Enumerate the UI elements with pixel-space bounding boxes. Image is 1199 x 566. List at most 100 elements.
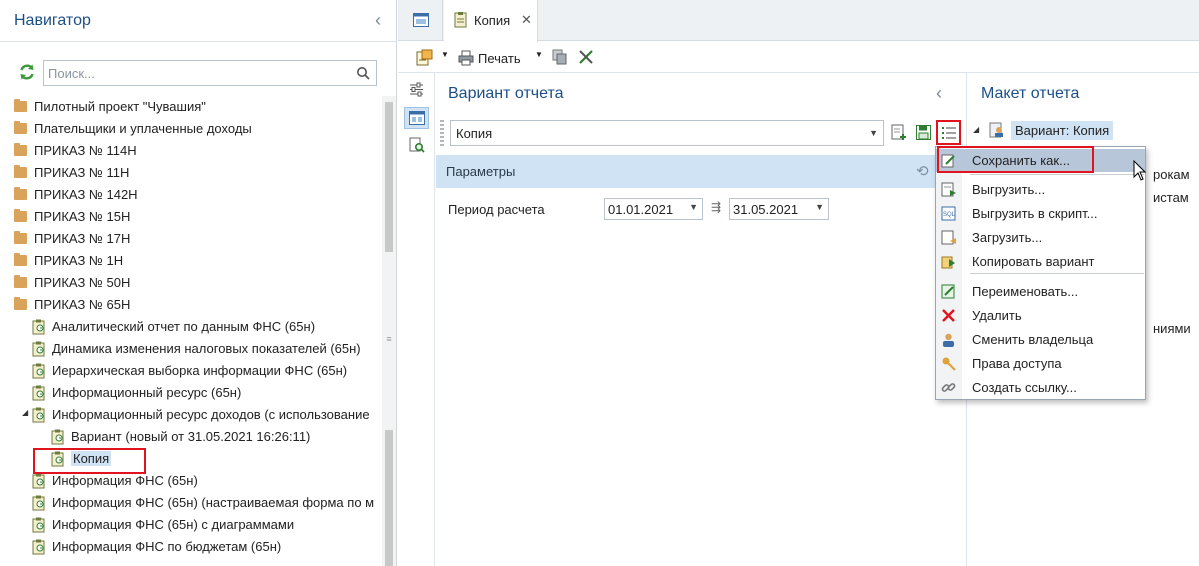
tree-item[interactable]: Информация ФНС (65н) (настраиваемая форм… [0,492,382,514]
tree-item-label: ПРИКАЗ № 17Н [34,231,131,246]
tree-item-label: ПРИКАЗ № 114Н [34,143,137,158]
layout-root-variant[interactable]: Вариант: Копия [1011,121,1114,140]
copy-pages-icon[interactable] [552,49,568,65]
report-layout-title: Макет отчета [981,85,1080,102]
navigator-tree: Пилотный проект "Чувашия" Плательщики и у… [0,96,382,566]
menu-item[interactable]: Сменить владельца [936,328,1145,351]
tree-item[interactable]: Аналитический отчет по данным ФНС (65н) [0,316,382,338]
close-tab-icon[interactable]: ✕ [521,12,532,28]
menu-item[interactable]: Создать ссылку... [936,376,1145,399]
variant-select[interactable]: Копия ▼ [450,120,884,146]
tree-item[interactable]: ПРИКАЗ № 65Н [0,294,382,316]
drag-handle-icon[interactable] [440,120,444,146]
menu-item[interactable]: Копировать вариант [936,250,1145,273]
layout-partial-text-1: рокам [1153,167,1190,182]
menu-separator [970,174,1144,175]
report-icon [51,429,64,445]
save-icon[interactable] [916,125,931,140]
parameters-label: Параметры [446,164,516,179]
menu-item[interactable]: Переименовать... [936,280,1145,303]
parameters-icon[interactable] [409,82,424,97]
expand-arrow-icon[interactable]: ◢ [973,125,979,134]
variant-menu-button[interactable] [936,120,961,145]
report-icon [32,319,45,335]
tree-item[interactable]: ПРИКАЗ № 17Н [0,228,382,250]
refresh-icon[interactable] [18,63,36,81]
date-to-field[interactable]: 31.05.2021 ▼ [729,198,829,220]
menu-item-label: Выгрузить в скрипт... [972,206,1098,221]
menu-item[interactable]: SQL Выгрузить в скрипт... [936,202,1145,225]
tab-home[interactable] [398,0,443,41]
tree-item[interactable]: Иерархическая выборка информации ФНС (65… [0,360,382,382]
navigator-scrollbar[interactable]: ≡ [382,96,396,566]
selected-item-highlight [33,448,146,474]
layout-partial-text-3: ниями [1153,321,1191,336]
tree-item[interactable]: ПРИКАЗ № 50Н [0,272,382,294]
new-variant-icon[interactable] [891,124,907,141]
tree-item[interactable]: ПРИКАЗ № 15Н [0,206,382,228]
tree-item[interactable]: Информационный ресурс (65н) [0,382,382,404]
window-icon [413,13,429,27]
parameters-header[interactable]: Параметры ⟲ [436,155,967,188]
import-icon [941,230,956,245]
tree-item[interactable]: Пилотный проект "Чувашия" [0,96,382,118]
scrollbar-thumb[interactable] [385,102,393,252]
tab-copy-label: Копия [474,13,511,28]
report-icon [454,12,467,28]
tree-item[interactable]: ПРИКАЗ № 114Н [0,140,382,162]
search-icon[interactable] [356,66,370,80]
date-from-field[interactable]: 01.01.2021 ▼ [604,198,703,220]
tree-item[interactable]: Плательщики и уплаченные доходы [0,118,382,140]
tab-copy[interactable]: Копия ✕ [444,0,538,42]
menu-item[interactable]: Права доступа [936,352,1145,375]
tree-item[interactable]: ПРИКАЗ № 142Н [0,184,382,206]
collapse-variant-icon[interactable]: ‹ [936,83,942,104]
period-label: Период расчета [448,202,545,217]
menu-item[interactable]: Выгрузить... [936,178,1145,201]
print-dropdown-icon[interactable]: ▼ [535,50,543,59]
layout-partial-text-2: истам [1153,190,1189,205]
report-icon [32,539,45,555]
expand-arrow-icon[interactable]: ◢ [22,408,28,417]
svg-text:SQL: SQL [943,212,956,218]
menu-item-label: Переименовать... [972,284,1079,299]
range-icon: ⇶ [711,200,722,214]
tree-item[interactable]: Информация ФНС (65н) с диаграммами [0,514,382,536]
tree-item[interactable]: ПРИКАЗ № 1Н [0,250,382,272]
report-settings-dropdown-icon[interactable]: ▼ [441,50,449,59]
tree-item-label: Пилотный проект "Чувашия" [34,99,206,114]
scrollbar-track-lower[interactable] [385,430,393,566]
chevron-down-icon[interactable]: ▼ [869,128,878,138]
tree-item[interactable]: Вариант (новый от 31.05.2021 16:26:11) [0,426,382,448]
tree-item-label: Аналитический отчет по данным ФНС (65н) [52,319,316,334]
preview-search-icon[interactable] [409,137,425,153]
menu-item[interactable]: Загрузить... [936,226,1145,249]
tools-icon[interactable] [578,49,594,65]
collapse-navigator-icon[interactable]: ‹ [370,10,386,30]
reset-icon[interactable]: ⟲ [916,162,929,180]
tree-item[interactable]: Информация ФНС по бюджетам (65н) [0,536,382,558]
folder-icon [14,187,27,200]
layout-view-button[interactable] [404,107,429,129]
menu-item[interactable]: Удалить [936,304,1145,327]
tree-item[interactable]: Динамика изменения налоговых показателей… [0,338,382,360]
report-settings-icon[interactable] [416,49,434,67]
tree-item-label: Вариант (новый от 31.05.2021 16:26:11) [71,429,311,444]
menu-item-label: Загрузить... [972,230,1043,245]
chevron-down-icon[interactable]: ▼ [689,202,698,212]
tree-item-label: ПРИКАЗ № 50Н [34,275,131,290]
user-icon [943,333,954,347]
chevron-down-icon[interactable]: ▼ [815,202,824,212]
copy-variant-icon [941,256,955,269]
search-box [43,60,377,86]
report-icon [32,473,45,489]
folder-icon [14,143,27,156]
menu-item-label: Права доступа [972,356,1062,371]
navigator-panel: Навигатор ‹ Пилотный проект "Чувашия" Пла… [0,0,397,566]
navigator-title: Навигатор [14,12,91,29]
report-icon [32,495,45,511]
tree-item[interactable]: ПРИКАЗ № 11Н [0,162,382,184]
search-input[interactable] [48,64,348,82]
menu-item-label: Удалить [972,308,1022,323]
tree-item[interactable]: ◢ Информационный ресурс доходов (с исполь… [0,404,382,426]
